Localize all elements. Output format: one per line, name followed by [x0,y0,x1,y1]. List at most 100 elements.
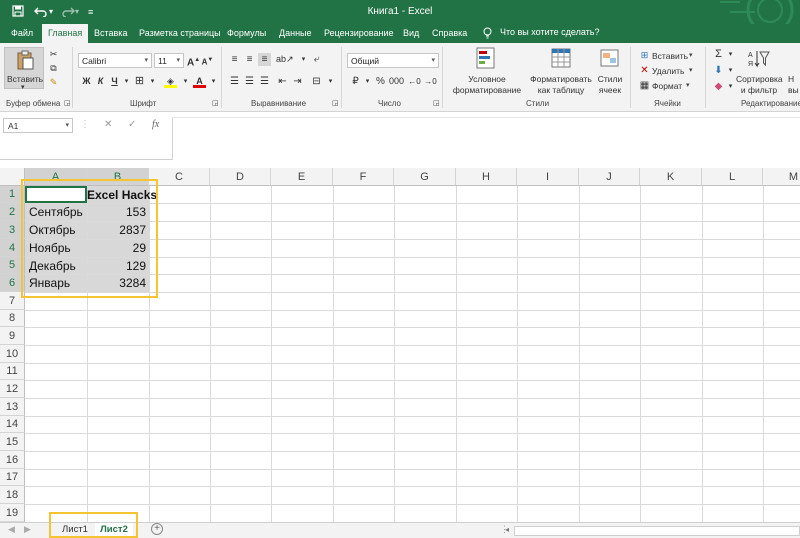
row-header[interactable]: 10 [0,345,25,363]
sheet-tab-1[interactable]: Лист1 [58,523,92,538]
row-header[interactable]: 5 [0,257,25,274]
row-header[interactable]: 9 [0,327,25,345]
row-header[interactable]: 17 [0,469,25,486]
percent-icon[interactable]: % [374,75,387,88]
format-cells-button[interactable]: Формат [652,81,682,91]
row-header[interactable]: 13 [0,398,25,416]
dialog-launcher-icon[interactable]: ◲ [212,99,219,109]
cell-a3[interactable]: Октябрь [29,221,76,239]
format-painter-icon[interactable]: ✎ [47,76,60,89]
align-bottom-icon[interactable]: ≡ [258,53,271,66]
column-header[interactable]: K [640,168,702,186]
tab-review[interactable]: Рецензирование [324,27,394,40]
delete-cells-icon[interactable]: ✕ [638,64,651,77]
dialog-launcher-icon[interactable]: ◲ [64,99,71,109]
tab-view[interactable]: Вид [403,27,419,40]
column-header[interactable]: D [210,168,271,186]
bold-button[interactable]: Ж [80,75,93,88]
chevron-down-icon[interactable]: ▾ [689,51,693,61]
decrease-decimal-icon[interactable]: →0 [424,75,437,88]
grow-font-icon[interactable]: A▲ [187,54,200,68]
scroll-left-icon[interactable]: ◂ [505,525,509,534]
delete-cells-button[interactable]: Удалить [652,66,684,76]
name-box[interactable]: A1 ▾ [3,118,73,133]
align-left-icon[interactable]: ☰ [228,75,241,88]
row-header[interactable]: 11 [0,363,25,380]
insert-cells-button[interactable]: Вставить [652,51,688,61]
wrap-text-icon[interactable]: ⤶ [310,53,323,66]
insert-function-icon[interactable]: fx [152,119,159,130]
dialog-launcher-icon[interactable]: ◲ [332,99,339,109]
align-middle-icon[interactable]: ≡ [243,53,256,66]
chevron-down-icon[interactable]: ▾ [361,75,374,88]
shrink-font-icon[interactable]: A▼ [201,54,214,67]
align-top-icon[interactable]: ≡ [228,53,241,66]
tell-me-search[interactable]: Что вы хотите сделать? [500,27,600,37]
merge-center-icon[interactable]: ⊟ [310,75,323,88]
fill-color-icon[interactable]: ◈ [164,75,177,88]
row-header[interactable]: 1 [0,186,25,203]
chevron-down-icon[interactable]: ▾ [120,75,133,88]
scroll-right-icon[interactable]: ▶ [24,524,31,535]
cell-b5[interactable]: 129 [87,257,146,275]
borders-icon[interactable]: ⊞ [133,75,146,88]
format-as-table-button[interactable]: Форматировать как таблицу [528,47,594,97]
column-header[interactable]: H [456,168,517,186]
column-header[interactable]: A [25,168,87,186]
column-header[interactable]: G [394,168,456,186]
increase-decimal-icon[interactable]: ←0 [408,75,421,88]
chevron-down-icon[interactable]: ▾ [689,66,693,76]
cell-b4[interactable]: 29 [87,239,146,257]
row-header[interactable]: 18 [0,486,25,504]
number-format-select[interactable]: Общий ▾ [347,53,439,68]
add-sheet-button[interactable]: + [151,523,163,535]
tab-formulas[interactable]: Формулы [227,27,266,40]
chevron-down-icon[interactable]: ▾ [686,81,690,91]
conditional-formatting-button[interactable]: Условное форматирование [448,47,526,97]
copy-icon[interactable]: ⧉ [47,62,60,75]
cut-icon[interactable]: ✂ [47,48,60,61]
column-header[interactable]: C [149,168,210,186]
insert-cells-icon[interactable]: ⊞ [638,49,651,62]
row-header[interactable]: 2 [0,203,25,221]
column-header[interactable]: J [579,168,640,186]
scroll-left-icon[interactable]: ◀ [8,524,15,535]
enter-icon[interactable]: ✓ [128,119,136,130]
row-header[interactable]: 8 [0,310,25,327]
row-header[interactable]: 3 [0,221,25,239]
row-header[interactable]: 6 [0,274,25,292]
chevron-down-icon[interactable]: ▾ [297,53,310,66]
cell-a5[interactable]: Декабрь [29,257,76,275]
tab-home[interactable]: Главная [42,24,89,43]
column-header[interactable]: B [87,168,149,186]
find-select-button[interactable]: Н вы [786,47,800,97]
column-header[interactable]: L [702,168,763,186]
row-header[interactable]: 4 [0,239,25,257]
comma-style-icon[interactable]: 000 [389,75,404,88]
dialog-launcher-icon[interactable]: ◲ [433,99,440,109]
column-header[interactable]: E [271,168,333,186]
cell-styles-button[interactable]: Стили ячеек [594,47,626,97]
column-header[interactable]: F [333,168,394,186]
font-color-icon[interactable]: A [193,75,206,88]
cell-a2[interactable]: Сентябрь [29,203,83,221]
sheet-tab-2[interactable]: Лист2 [95,523,133,538]
cell-b1[interactable]: Excel Hacks [87,186,157,204]
font-name-select[interactable]: Calibri ▾ [78,53,152,68]
tab-insert[interactable]: Вставка [94,27,127,40]
cell-b2[interactable]: 153 [87,203,146,221]
italic-button[interactable]: К [94,75,107,88]
chevron-down-icon[interactable]: ▾ [179,75,192,88]
cell-b6[interactable]: 3284 [87,274,146,292]
tab-data[interactable]: Данные [279,27,312,40]
chevron-down-icon[interactable]: ▾ [146,75,159,88]
select-all-corner[interactable] [0,168,25,186]
cell-a6[interactable]: Январь [29,274,70,292]
column-header[interactable]: I [517,168,579,186]
decrease-indent-icon[interactable]: ⇤ [276,75,289,88]
align-center-icon[interactable]: ☰ [243,75,256,88]
orientation-icon[interactable]: ab↗ [276,53,294,66]
row-header[interactable]: 7 [0,292,25,310]
row-header[interactable]: 14 [0,416,25,433]
chevron-down-icon[interactable]: ▾ [207,75,220,88]
